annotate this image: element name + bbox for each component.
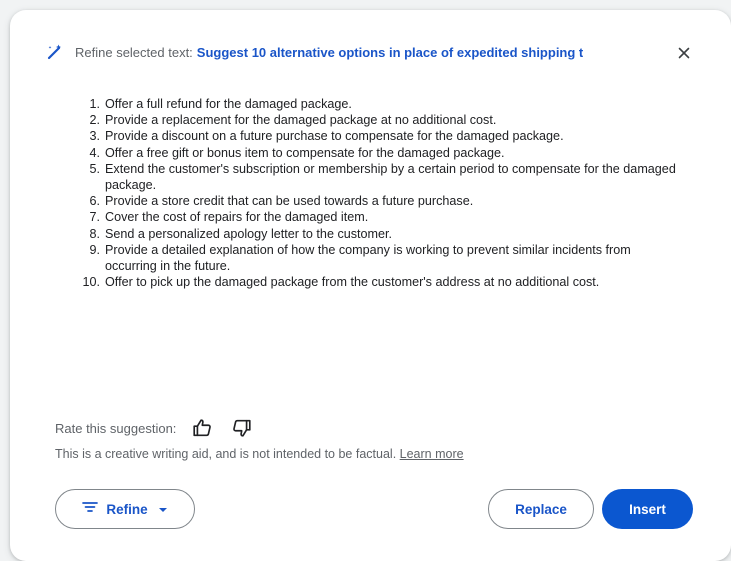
suggestion-list: 1. Offer a full refund for the damaged pa… <box>78 96 678 290</box>
list-item-number: 5. <box>89 161 100 176</box>
disclaimer-text: This is a creative writing aid, and is n… <box>55 447 397 461</box>
rating-label: Rate this suggestion: <box>55 420 177 436</box>
header-label: Refine selected text: <box>75 44 193 60</box>
list-item-text: Provide a store credit that can be used … <box>105 194 474 209</box>
rating-row: Rate this suggestion: <box>55 416 270 440</box>
list-item-text: Offer a free gift or bonus item to compe… <box>105 145 505 160</box>
disclaimer: This is a creative writing aid, and is n… <box>55 447 464 461</box>
magic-wand-icon <box>45 42 65 62</box>
refine-button-label: Refine <box>106 501 148 517</box>
list-item-text: Cover the cost of repairs for the damage… <box>105 210 369 225</box>
list-item: 8. Send a personalized apology letter to … <box>78 226 678 242</box>
list-item-text: Extend the customer's subscription or me… <box>105 161 676 193</box>
learn-more-link[interactable]: Learn more <box>400 447 464 461</box>
list-item-text: Provide a replacement for the damaged pa… <box>105 113 497 128</box>
close-icon <box>678 46 690 64</box>
list-item-number: 2. <box>89 113 100 128</box>
dialog-header: Refine selected text: Suggest 10 alterna… <box>45 42 645 62</box>
list-item-number: 1. <box>89 97 100 111</box>
list-item-number: 6. <box>89 194 100 209</box>
list-item: 1. Offer a full refund for the damaged pa… <box>78 96 678 112</box>
filter-lines-icon <box>82 500 99 518</box>
list-item-text: Provide a detailed explanation of how th… <box>105 242 631 274</box>
list-item-number: 4. <box>89 145 100 160</box>
list-item: 10. Offer to pick up the damaged package … <box>78 274 678 290</box>
list-item-text: Offer a full refund for the damaged pack… <box>105 97 352 111</box>
list-item: 2. Provide a replacement for the damaged … <box>78 112 678 128</box>
list-item: 3. Provide a discount on a future purchas… <box>78 128 678 144</box>
close-button[interactable] <box>671 42 697 68</box>
thumbs-up-icon[interactable] <box>190 416 214 440</box>
header-prompt: Suggest 10 alternative options in place … <box>196 44 584 60</box>
thumbs-down-icon[interactable] <box>230 416 254 440</box>
list-item-text: Send a personalized apology letter to th… <box>105 226 393 241</box>
list-item: 4. Offer a free gift or bonus item to com… <box>78 145 678 161</box>
list-item: 9. Provide a detailed explanation of how … <box>78 242 678 274</box>
list-item: 5. Extend the customer's subscription or … <box>78 161 678 193</box>
list-item-text: Offer to pick up the damaged package fro… <box>105 275 600 290</box>
caret-down-icon <box>158 500 168 518</box>
list-item-number: 7. <box>89 210 100 225</box>
list-item-number: 8. <box>89 226 100 241</box>
insert-button[interactable]: Insert <box>602 489 693 529</box>
list-item-number: 9. <box>89 242 100 257</box>
replace-button[interactable]: Replace <box>488 489 594 529</box>
refine-button[interactable]: Refine <box>55 489 195 529</box>
list-item-text: Provide a discount on a future purchase … <box>105 129 564 144</box>
list-item: 7. Cover the cost of repairs for the dama… <box>78 209 678 225</box>
list-item: 6. Provide a store credit that can be use… <box>78 193 678 209</box>
list-item-number: 3. <box>89 129 100 144</box>
list-item-number: 10. <box>82 275 100 290</box>
